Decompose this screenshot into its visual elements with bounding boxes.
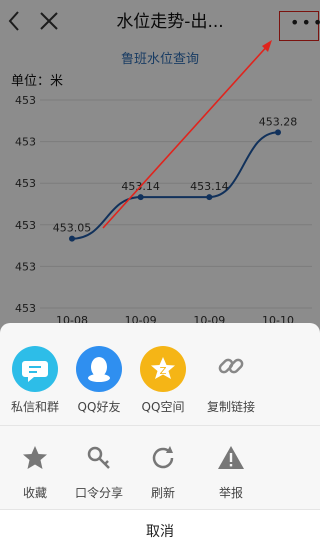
share-label: QQ空间 — [141, 400, 185, 414]
action-label: 口令分享 — [74, 486, 123, 500]
chat-bubble-icon — [12, 346, 58, 392]
qzone-star-icon: Z — [140, 346, 186, 392]
share-row: 私信和群 QQ好友 Z QQ空间 复制链接 — [0, 340, 320, 432]
refresh-icon — [146, 441, 180, 475]
share-qq-friend[interactable]: QQ好友 — [64, 340, 134, 420]
action-label: 刷新 — [150, 486, 175, 500]
share-qzone[interactable]: Z QQ空间 — [128, 340, 198, 420]
copy-link[interactable]: 复制链接 — [196, 340, 266, 420]
share-label: 复制链接 — [206, 400, 255, 414]
share-private-chat[interactable]: 私信和群 — [0, 340, 70, 420]
svg-text:Z: Z — [160, 366, 167, 377]
action-label: 举报 — [218, 486, 243, 500]
favorite-button[interactable]: 收藏 — [0, 436, 70, 516]
report-button[interactable]: 举报 — [196, 436, 266, 516]
cancel-button[interactable]: 取消 — [0, 509, 320, 553]
link-icon — [214, 349, 248, 383]
key-icon — [82, 441, 116, 475]
share-label: QQ好友 — [77, 400, 121, 414]
warning-icon — [214, 441, 248, 475]
password-share-button[interactable]: 口令分享 — [64, 436, 134, 516]
divider — [0, 425, 320, 426]
star-icon — [18, 441, 52, 475]
refresh-button[interactable]: 刷新 — [128, 436, 198, 516]
qq-penguin-icon — [76, 346, 122, 392]
share-sheet: 私信和群 QQ好友 Z QQ空间 复制链接 收藏 口令分享 刷新 举报 取消 — [0, 323, 320, 553]
action-label: 收藏 — [22, 486, 47, 500]
share-label: 私信和群 — [10, 400, 59, 414]
